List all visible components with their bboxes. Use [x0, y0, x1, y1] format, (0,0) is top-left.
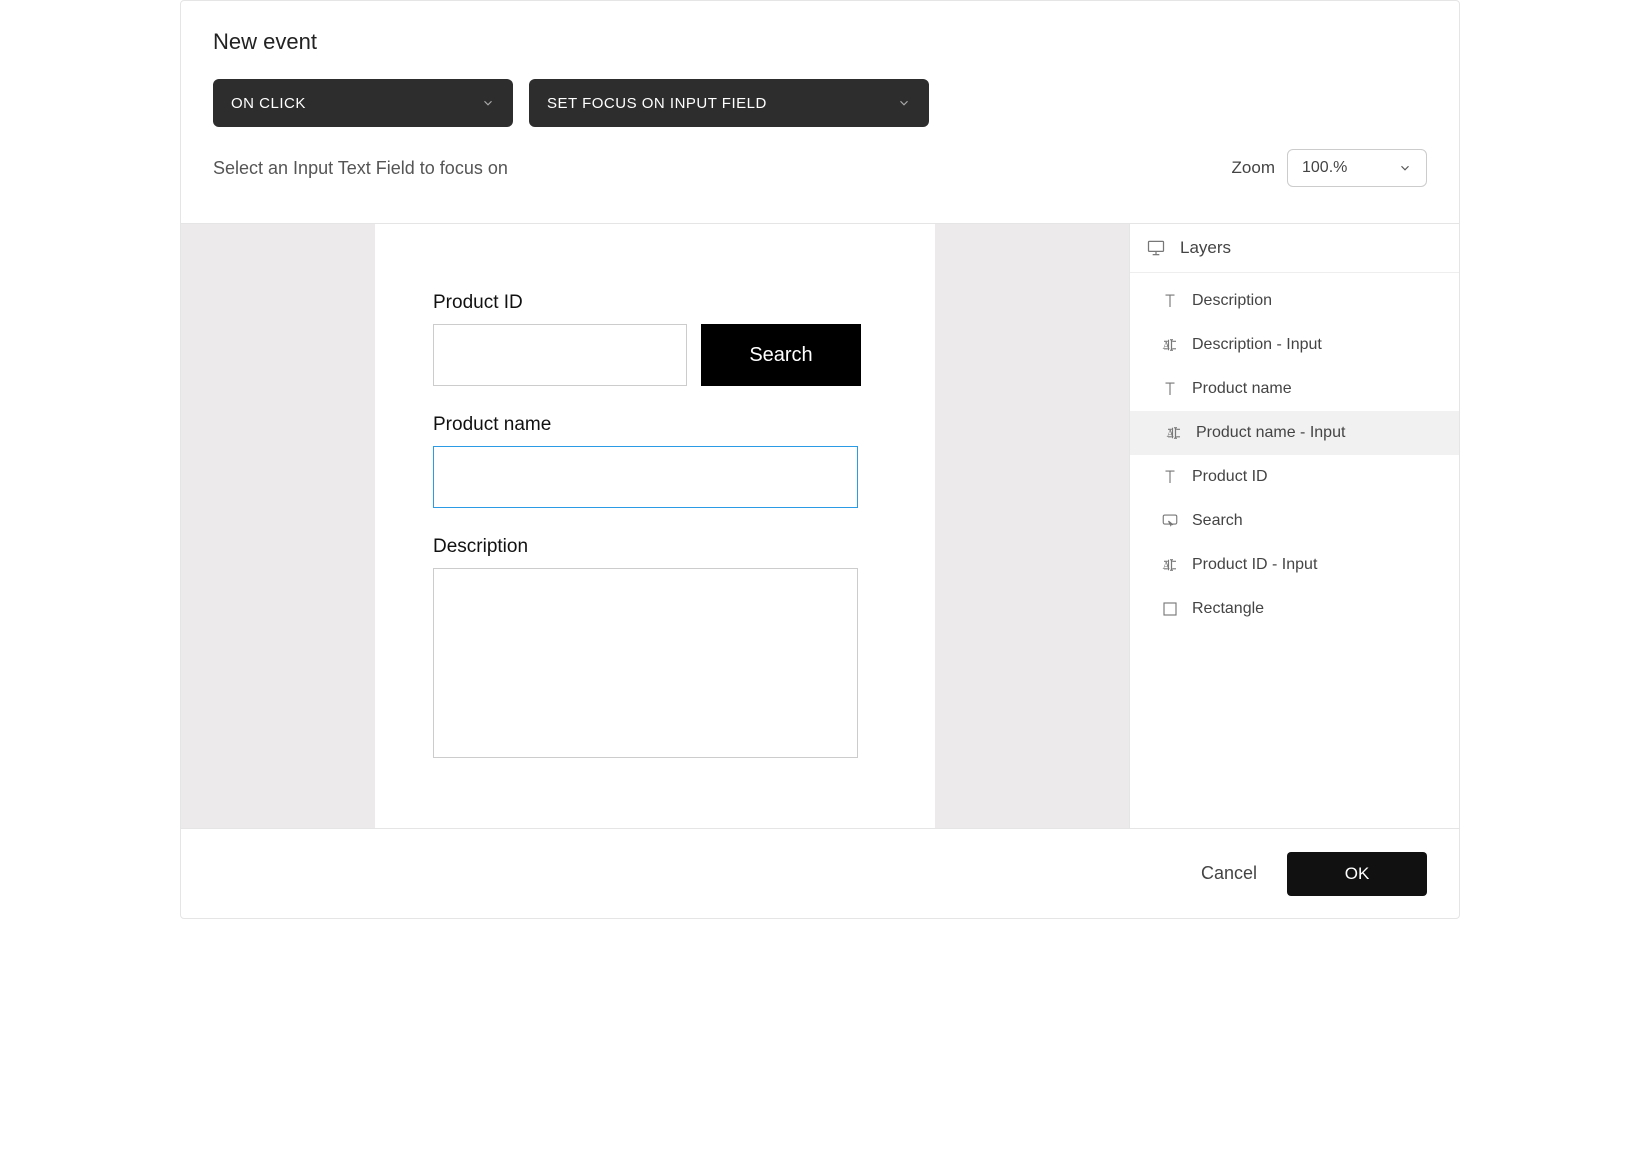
cancel-button[interactable]: Cancel	[1201, 863, 1257, 884]
layers-list: Description A Description - Input Product n…	[1130, 273, 1459, 631]
event-selectors: ON CLICK SET FOCUS ON INPUT FIELD	[213, 79, 1427, 127]
layers-header: Layers	[1130, 224, 1459, 273]
button-layer-icon	[1160, 511, 1180, 531]
layer-item[interactable]: A Product name - Input	[1130, 411, 1459, 455]
product-name-group: Product name	[433, 414, 877, 508]
input-layer-icon: A	[1160, 555, 1180, 575]
chevron-down-icon	[897, 96, 911, 110]
chevron-down-icon	[481, 96, 495, 110]
action-select[interactable]: SET FOCUS ON INPUT FIELD	[529, 79, 929, 127]
product-id-row: Search	[433, 324, 877, 386]
preview-canvas[interactable]: Product ID Search Product name Descripti…	[181, 224, 1129, 828]
layer-item-label: Description - Input	[1192, 336, 1322, 354]
form-preview: Product ID Search Product name Descripti…	[375, 224, 935, 828]
zoom-label: Zoom	[1232, 158, 1275, 178]
dialog-title: New event	[213, 29, 1427, 55]
product-id-label: Product ID	[433, 292, 877, 314]
zoom-value: 100.%	[1302, 159, 1347, 177]
dialog-header: New event ON CLICK SET FOCUS ON INPUT FI…	[181, 1, 1459, 223]
rect-layer-icon	[1160, 599, 1180, 619]
layer-item[interactable]: Rectangle	[1130, 587, 1459, 631]
svg-text:A: A	[1163, 561, 1171, 572]
layer-item-label: Product ID	[1192, 468, 1268, 486]
text-layer-icon	[1160, 467, 1180, 487]
dialog-body: Product ID Search Product name Descripti…	[181, 223, 1459, 828]
text-layer-icon	[1160, 379, 1180, 399]
layer-item-label: Product name - Input	[1196, 424, 1345, 442]
layers-panel: Layers Description A Description - Input Pr…	[1129, 224, 1459, 828]
layer-item[interactable]: Product name	[1130, 367, 1459, 411]
input-layer-icon: A	[1160, 335, 1180, 355]
layer-item-label: Product ID - Input	[1192, 556, 1317, 574]
layer-item[interactable]: Description	[1130, 279, 1459, 323]
layer-item[interactable]: A Description - Input	[1130, 323, 1459, 367]
dialog-footer: Cancel OK	[181, 828, 1459, 918]
chevron-down-icon	[1398, 161, 1412, 175]
new-event-dialog: New event ON CLICK SET FOCUS ON INPUT FI…	[180, 0, 1460, 919]
layers-title: Layers	[1180, 238, 1231, 258]
description-input[interactable]	[433, 568, 858, 758]
product-name-input[interactable]	[433, 446, 858, 508]
layer-item[interactable]: A Product ID - Input	[1130, 543, 1459, 587]
layer-item-label: Product name	[1192, 380, 1292, 398]
product-id-input[interactable]	[433, 324, 687, 386]
svg-text:A: A	[1167, 429, 1175, 440]
layer-item-label: Rectangle	[1192, 600, 1264, 618]
layer-item[interactable]: Product ID	[1130, 455, 1459, 499]
subheader: Select an Input Text Field to focus on Z…	[213, 149, 1427, 205]
ok-button[interactable]: OK	[1287, 852, 1427, 896]
description-label: Description	[433, 536, 877, 558]
zoom-select[interactable]: 100.%	[1287, 149, 1427, 187]
action-select-value: SET FOCUS ON INPUT FIELD	[547, 95, 767, 112]
description-group: Description	[433, 536, 877, 758]
trigger-select-value: ON CLICK	[231, 95, 306, 112]
product-name-label: Product name	[433, 414, 877, 436]
product-id-group: Product ID Search	[433, 292, 877, 386]
zoom-control: Zoom 100.%	[1232, 149, 1427, 187]
search-button[interactable]: Search	[701, 324, 861, 386]
trigger-select[interactable]: ON CLICK	[213, 79, 513, 127]
layer-item-label: Search	[1192, 512, 1243, 530]
layer-item[interactable]: Search	[1130, 499, 1459, 543]
layer-item-label: Description	[1192, 292, 1272, 310]
monitor-icon	[1146, 238, 1166, 258]
instruction-text: Select an Input Text Field to focus on	[213, 158, 508, 179]
svg-text:A: A	[1163, 341, 1171, 352]
input-layer-icon: A	[1164, 423, 1184, 443]
text-layer-icon	[1160, 291, 1180, 311]
